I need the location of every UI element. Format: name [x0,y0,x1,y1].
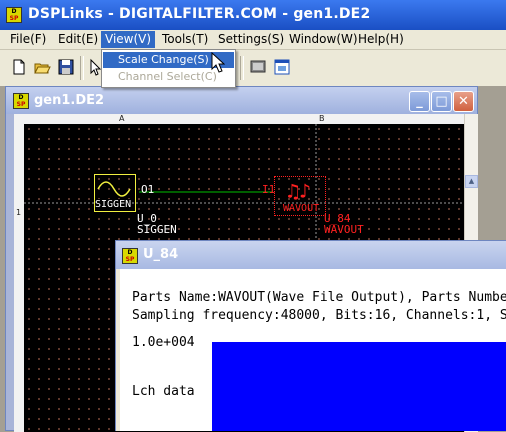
menu-help[interactable]: Help(H) [354,31,408,48]
menu-view[interactable]: View(V) [101,31,156,48]
music-notes-icon: ♫♪ [287,179,312,203]
menu-file[interactable]: File(F) [6,31,50,48]
sampling-info-line: Sampling frequency:48000, Bits:16, Chann… [132,308,506,323]
close-button[interactable]: ✕ [453,91,474,112]
part-info-dialog[interactable]: D SP U_84 Parts Name:WAVOUT(Wave File Out… [115,240,506,431]
document-logo-icon: D SP [13,93,29,109]
ruler-row-1: 1 [16,208,22,217]
siggen-port-label: O1 [141,183,155,196]
menu-edit[interactable]: Edit(E) [54,31,102,48]
minimize-button[interactable]: _ [409,91,430,112]
toolbar [0,50,506,86]
ruler-col-b: B [319,114,325,123]
toolbar-separator [240,56,244,80]
menu-settings[interactable]: Settings(S) [214,31,288,48]
dialog-body: Parts Name:WAVOUT(Wave File Output), Par… [120,269,506,431]
dialog-title-bar[interactable]: D SP U_84 [116,241,506,269]
window-icon[interactable] [272,57,292,77]
maximize-button[interactable]: □ [431,91,452,112]
menu-bar: File(F) Edit(E) View(V) Tools(T) Setting… [0,30,506,50]
mouse-cursor-icon [211,52,225,73]
dialog-logo-icon: D SP [122,248,138,264]
document-title: gen1.DE2 [34,93,105,108]
new-file-icon[interactable] [9,57,29,77]
siggen-block[interactable]: SIGGEN [94,174,136,212]
scale-label: 1.0e+004 [132,335,195,350]
screen-icon[interactable] [248,57,268,77]
app-title: DSPLinks - DIGITALFILTER.COM - gen1.DE2 [28,6,371,22]
sine-wave-icon [97,181,131,197]
siggen-block-label: SIGGEN [95,199,132,210]
wavout-block-label: WAVOUT [283,203,320,214]
dialog-title: U_84 [143,247,179,262]
menu-window[interactable]: Window(W) [285,31,362,48]
parts-name-line: Parts Name:WAVOUT(Wave File Output), Par… [132,290,506,305]
app-logo-icon: D SP [6,7,22,23]
open-folder-icon[interactable] [32,57,52,77]
wavout-name: WAVOUT [324,223,364,236]
menu-tools[interactable]: Tools(T) [158,31,212,48]
wavout-block[interactable]: ♫♪ WAVOUT [274,176,326,216]
ruler-col-a: A [119,114,125,123]
document-title-bar[interactable]: D SP gen1.DE2 _ □ ✕ [6,87,477,114]
toolbar-separator [80,56,84,80]
main-title-bar: D SP DSPLinks - DIGITALFILTER.COM - gen1.… [0,0,506,30]
save-icon[interactable] [56,57,76,77]
scroll-up-arrow-icon[interactable]: ▲ [465,175,478,188]
waveform-plot-area[interactable] [212,342,506,431]
channel-label: Lch data [132,384,195,399]
siggen-name: SIGGEN [137,223,177,236]
